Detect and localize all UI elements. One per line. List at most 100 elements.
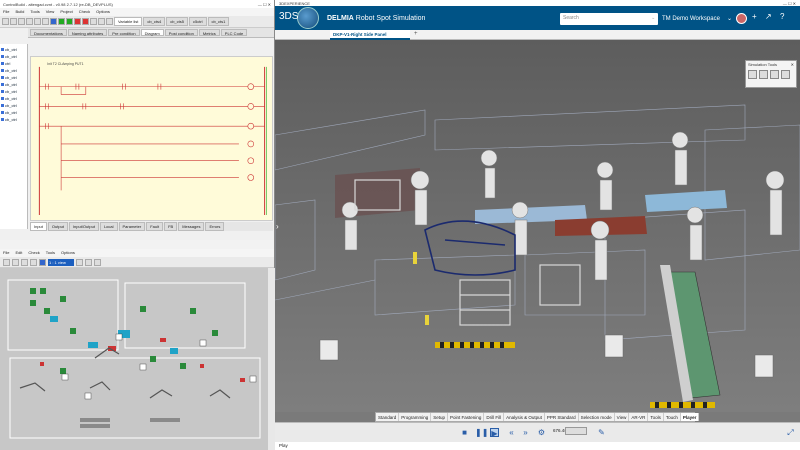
- new-icon[interactable]: [2, 18, 9, 25]
- grid-icon[interactable]: [30, 258, 37, 266]
- menu-view[interactable]: View: [46, 9, 55, 15]
- tab-player[interactable]: Player: [680, 413, 700, 421]
- tab-programming[interactable]: Programming: [399, 413, 432, 421]
- menu-check[interactable]: Check: [28, 250, 39, 256]
- tree-item[interactable]: cb_ctrl: [0, 95, 27, 102]
- tab-ppr-standard[interactable]: PPR Standard: [545, 413, 579, 421]
- record-edit-icon[interactable]: ✎: [597, 428, 606, 437]
- pause-icon[interactable]: ❚❚: [475, 428, 488, 437]
- tree-item[interactable]: cb_ctrl: [0, 88, 27, 95]
- tree-item[interactable]: cb_ctrl: [0, 109, 27, 116]
- print-icon[interactable]: [21, 258, 28, 266]
- tab-cb-cts1[interactable]: cb_cts1: [207, 17, 230, 26]
- save-icon[interactable]: [18, 18, 25, 25]
- compass-icon[interactable]: [297, 7, 319, 29]
- close-icon[interactable]: ✕: [791, 62, 794, 67]
- zoom-out-icon[interactable]: [85, 258, 92, 266]
- copy-icon[interactable]: [34, 18, 41, 25]
- share-icon[interactable]: ↗: [765, 12, 772, 21]
- tree-item[interactable]: cb_ctrl: [0, 46, 27, 53]
- tree-item[interactable]: cb_ctrl: [0, 53, 27, 60]
- workspace-selector[interactable]: TM Demo Workspace: [662, 16, 720, 22]
- trace-icon[interactable]: [770, 70, 779, 79]
- tab-point-fastening[interactable]: Point Fastening: [448, 413, 485, 421]
- tree-item[interactable]: cb_ctrl: [0, 81, 27, 88]
- tab-right-side-panel[interactable]: DKP-V1-Right Side Panel: [330, 30, 410, 40]
- tab-output[interactable]: Output: [47, 222, 68, 231]
- tab-ar-vr[interactable]: AR-VR: [629, 413, 649, 421]
- subtab-documentations[interactable]: Documentations: [30, 29, 67, 36]
- menu-file[interactable]: File: [3, 250, 9, 256]
- select-icon[interactable]: [39, 258, 46, 266]
- fit-icon[interactable]: [94, 258, 101, 266]
- tab-selection-mode[interactable]: Selection mode: [579, 413, 615, 421]
- tab-variable-list[interactable]: Variable list: [114, 17, 143, 26]
- tab-errors[interactable]: Errors: [205, 222, 225, 231]
- window-controls[interactable]: — ☐ ✕: [258, 2, 271, 7]
- tab-setup[interactable]: Setup: [431, 413, 449, 421]
- menu-project[interactable]: Project: [60, 9, 72, 15]
- distance-icon[interactable]: [759, 70, 768, 79]
- tab-standard[interactable]: Standard: [376, 413, 400, 421]
- menu-options[interactable]: Options: [61, 250, 75, 256]
- tree-item[interactable]: cb_ctrl: [0, 74, 27, 81]
- tab-drill-fill[interactable]: Drill Fill: [484, 413, 505, 421]
- subtab-diagram[interactable]: Diagram: [140, 29, 164, 36]
- tree-item[interactable]: ctrl: [0, 60, 27, 67]
- 2d-cell-layout[interactable]: [0, 268, 268, 450]
- open-icon[interactable]: [3, 258, 10, 266]
- tab-parameter[interactable]: Parameter: [118, 222, 146, 231]
- subtab-precondition[interactable]: Pre condition: [108, 29, 140, 36]
- subtab-postcondition[interactable]: Post condition: [164, 29, 198, 36]
- help-icon[interactable]: ?: [780, 12, 784, 21]
- stop-icon[interactable]: [74, 18, 81, 25]
- vertical-scrollbar[interactable]: [268, 268, 275, 450]
- window-controls[interactable]: — ☐ ✕: [783, 1, 796, 6]
- sensor-icon[interactable]: [781, 70, 790, 79]
- fit-icon[interactable]: [106, 18, 113, 25]
- settings-icon[interactable]: ⚙: [537, 428, 546, 437]
- menu-check[interactable]: Check: [79, 9, 90, 15]
- ladder-diagram[interactable]: Init T2 CLAmping PUT1: [30, 56, 273, 221]
- expand-panel-icon[interactable]: ›: [276, 222, 279, 231]
- build-icon[interactable]: [50, 18, 57, 25]
- tab-input-output[interactable]: Input/Output: [68, 222, 99, 231]
- record-icon[interactable]: [82, 18, 89, 25]
- menu-options[interactable]: Options: [96, 9, 110, 15]
- plus-icon[interactable]: +: [752, 12, 757, 21]
- menu-tools[interactable]: Tools: [30, 9, 39, 15]
- speed-slider[interactable]: [565, 427, 587, 435]
- step-icon[interactable]: [66, 18, 73, 25]
- play-icon[interactable]: ▶: [490, 428, 499, 438]
- rewind-icon[interactable]: «: [507, 428, 516, 437]
- tab-view[interactable]: View: [615, 413, 630, 421]
- tab-tools[interactable]: Tools: [648, 413, 664, 421]
- avatar[interactable]: [736, 13, 747, 24]
- clash-icon[interactable]: [748, 70, 757, 79]
- paste-icon[interactable]: [42, 18, 49, 25]
- tree-item[interactable]: cb_ctrl: [0, 116, 27, 123]
- chevron-down-icon[interactable]: ⌄: [727, 15, 732, 22]
- tab-messages[interactable]: Messages: [178, 222, 205, 231]
- 3d-viewport[interactable]: [274, 40, 800, 412]
- tree-item[interactable]: cb_ctrl: [0, 102, 27, 109]
- stop-icon[interactable]: ■: [460, 428, 469, 437]
- menu-file[interactable]: File: [3, 9, 9, 15]
- tab-touch[interactable]: Touch: [664, 413, 681, 421]
- open-icon[interactable]: [10, 18, 17, 25]
- tab-local[interactable]: Local: [99, 222, 118, 231]
- tab-cb-cts4[interactable]: cb_cts4: [143, 17, 166, 26]
- tag-icon[interactable]: ⚑: [650, 13, 657, 22]
- tree-item[interactable]: cb_ctrl: [0, 67, 27, 74]
- save-icon[interactable]: [12, 258, 19, 266]
- menu-tools[interactable]: Tools: [46, 250, 55, 256]
- zoom-out-icon[interactable]: [98, 18, 105, 25]
- tab-fault[interactable]: Fault: [146, 222, 164, 231]
- tab-analysis-output[interactable]: Analysis & Output: [504, 413, 545, 421]
- tab-c5ctrl[interactable]: c5ctrl: [188, 17, 207, 26]
- menu-edit[interactable]: Edit: [15, 250, 22, 256]
- search-input[interactable]: Search ⌕: [560, 13, 658, 25]
- tab-input[interactable]: Input: [30, 222, 47, 231]
- menu-build[interactable]: Build: [15, 9, 24, 15]
- add-tab-icon[interactable]: +: [414, 31, 418, 37]
